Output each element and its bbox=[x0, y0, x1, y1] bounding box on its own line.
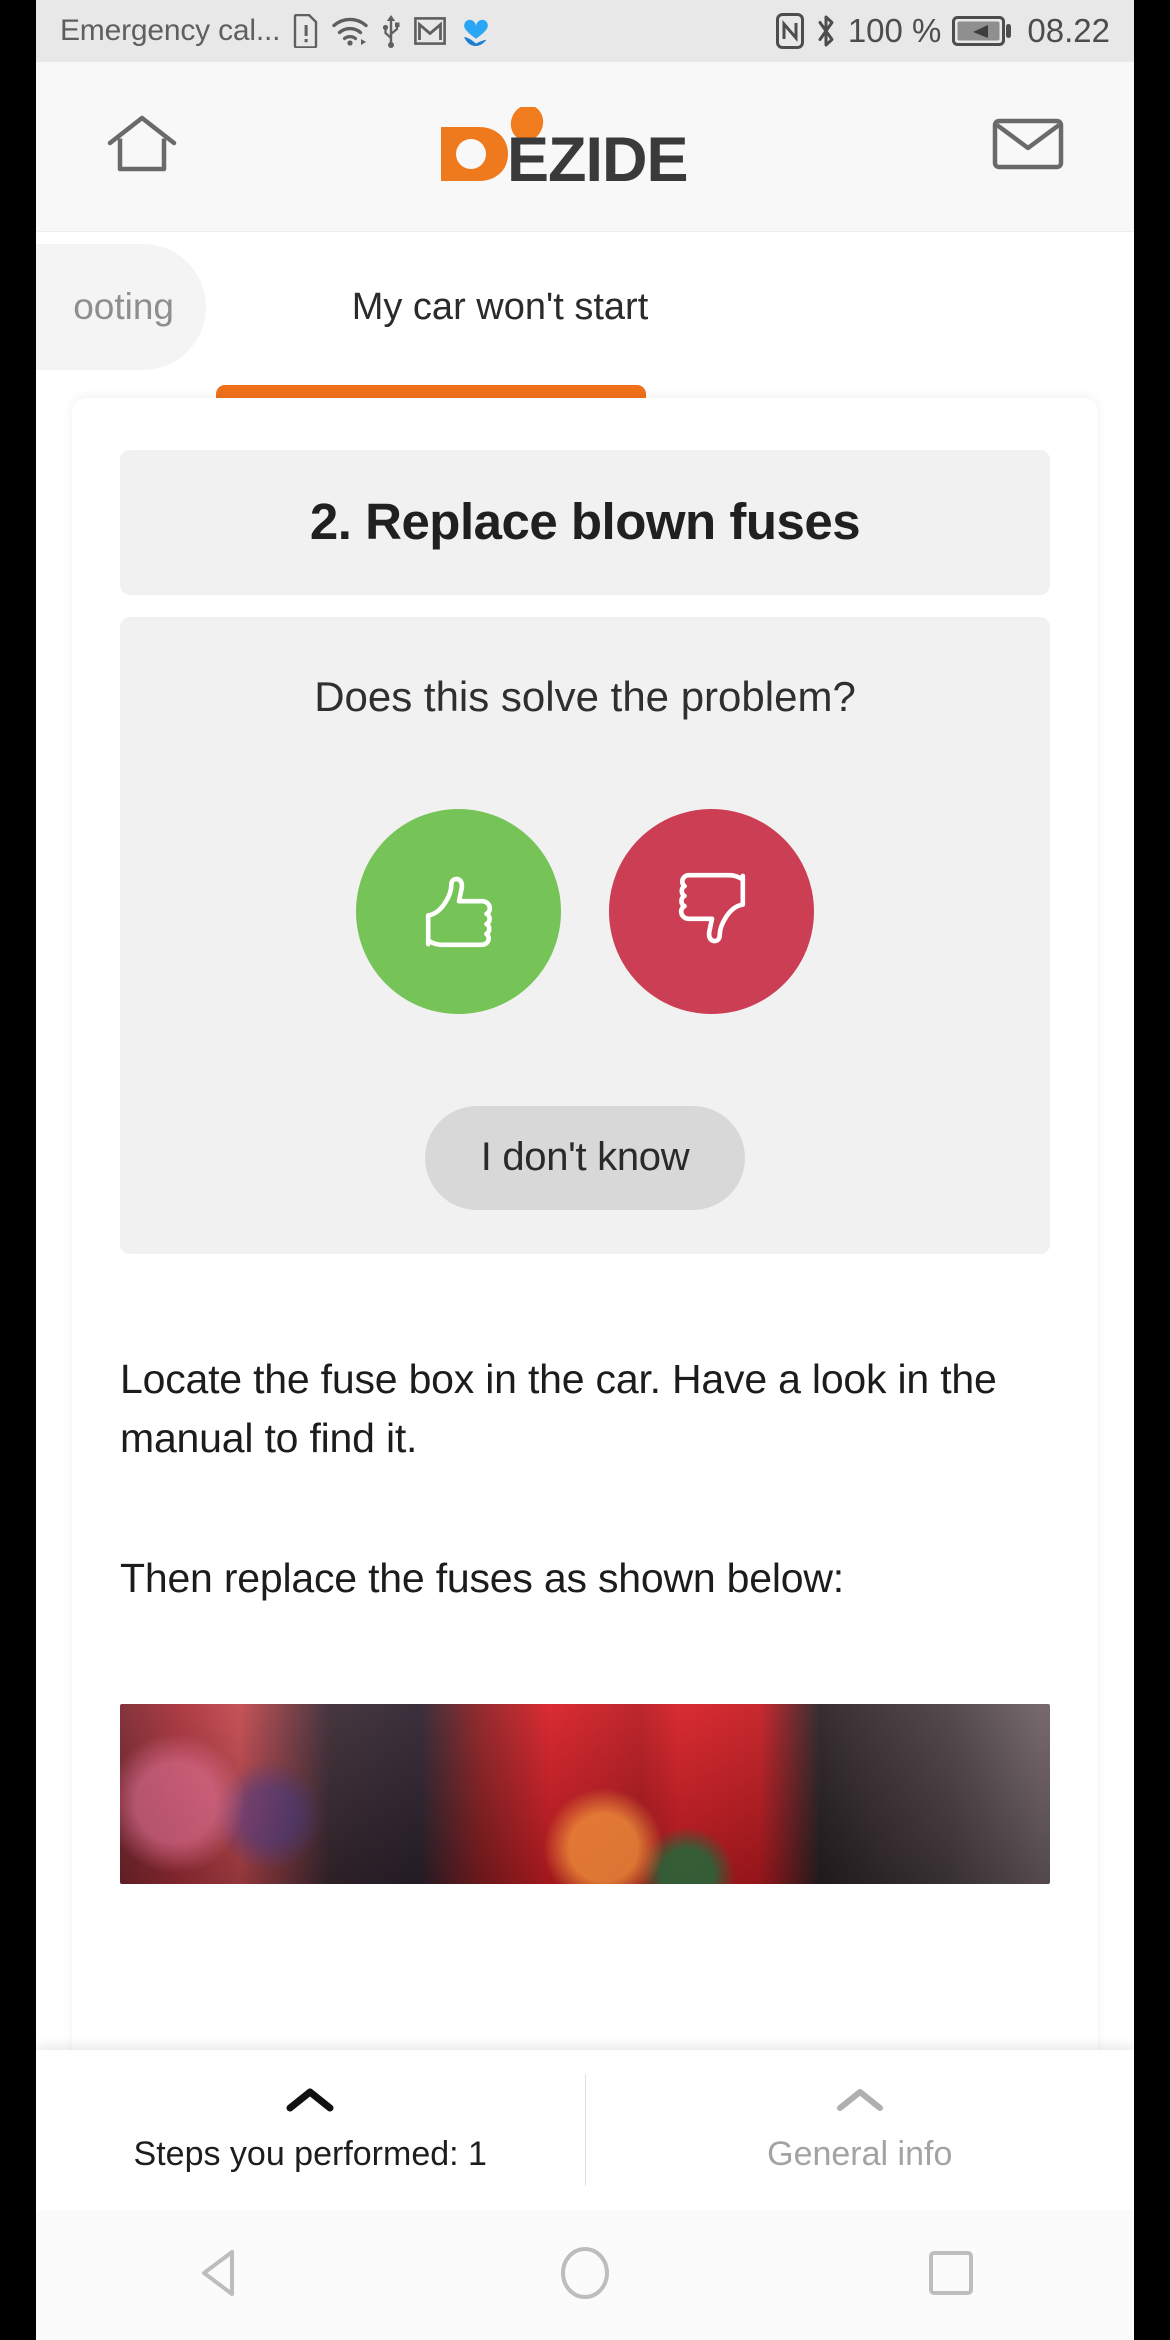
answer-buttons bbox=[150, 808, 1020, 1014]
instruction-paragraph-1: Locate the fuse box in the car. Have a l… bbox=[120, 1355, 997, 1462]
tab-previous-label: ooting bbox=[73, 286, 174, 327]
phone-screen: Emergency cal... 100 % 08.22 EZIDE ootin… bbox=[36, 0, 1134, 2340]
general-info-toggle[interactable]: General info bbox=[586, 2050, 1135, 2210]
tab-bar: ooting My car won't start bbox=[36, 232, 1134, 402]
recents-square-icon bbox=[927, 2249, 975, 2302]
status-bar-right: 100 % 08.22 bbox=[775, 12, 1110, 50]
status-bar: Emergency cal... 100 % 08.22 bbox=[36, 0, 1134, 62]
battery-charging-icon bbox=[952, 15, 1012, 47]
back-triangle-icon bbox=[196, 2247, 242, 2304]
steps-performed-label: Steps you performed: 1 bbox=[133, 2135, 487, 2173]
steps-performed-toggle[interactable]: Steps you performed: 1 bbox=[36, 2050, 585, 2210]
chevron-up-icon bbox=[285, 2086, 335, 2121]
home-circle-icon bbox=[559, 2245, 611, 2306]
question-panel: Does this solve the problem? I don't kno… bbox=[120, 616, 1050, 1254]
answer-no-button[interactable] bbox=[609, 808, 814, 1014]
home-icon bbox=[106, 113, 178, 180]
nav-home-button[interactable] bbox=[525, 2230, 645, 2320]
answer-yes-button[interactable] bbox=[356, 808, 561, 1014]
question-text: Does this solve the problem? bbox=[314, 672, 856, 720]
chevron-up-icon bbox=[835, 2086, 885, 2121]
nav-back-button[interactable] bbox=[159, 2230, 279, 2320]
gmail-icon bbox=[414, 16, 447, 46]
envelope-icon bbox=[992, 117, 1064, 176]
clock-label: 08.22 bbox=[1027, 12, 1110, 49]
svg-text:EZIDE: EZIDE bbox=[507, 125, 688, 187]
home-button[interactable] bbox=[94, 99, 190, 195]
i-dont-know-button[interactable]: I don't know bbox=[424, 1105, 746, 1210]
general-info-label: General info bbox=[767, 2135, 953, 2173]
nfc-icon bbox=[775, 13, 804, 49]
sim-alert-icon bbox=[293, 14, 319, 48]
content-card: 2. Replace blown fuses Does this solve t… bbox=[72, 398, 1098, 2340]
nav-recents-button[interactable] bbox=[891, 2230, 1011, 2320]
fuse-box-photo[interactable] bbox=[120, 1703, 1050, 1884]
android-nav-bar bbox=[36, 2210, 1134, 2340]
app-header: EZIDE bbox=[36, 62, 1134, 232]
tab-active-label: My car won't start bbox=[351, 285, 649, 328]
carrier-label: Emergency cal... bbox=[60, 14, 281, 47]
mail-button[interactable] bbox=[980, 99, 1076, 195]
usb-icon bbox=[381, 14, 401, 48]
tab-my-car-wont-start[interactable]: My car won't start bbox=[220, 244, 780, 370]
step-title: 2. Replace blown fuses bbox=[309, 493, 861, 550]
tab-previous[interactable]: ooting bbox=[36, 244, 206, 370]
status-bar-left: Emergency cal... bbox=[60, 14, 493, 48]
thumbs-up-icon bbox=[404, 855, 514, 968]
phone-device: Emergency cal... 100 % 08.22 EZIDE ootin… bbox=[0, 0, 1170, 2340]
unknown-button-wrap: I don't know bbox=[150, 1105, 1020, 1210]
bottom-drawer-bar: Steps you performed: 1 General info bbox=[36, 2050, 1134, 2210]
instruction-paragraph-2: Then replace the fuses as shown below: bbox=[120, 1554, 844, 1601]
blue-heart-icon bbox=[459, 15, 493, 47]
thumbs-down-icon bbox=[657, 855, 767, 968]
dezide-logo: EZIDE bbox=[435, 106, 735, 187]
step-title-panel: 2. Replace blown fuses bbox=[120, 450, 1050, 595]
bluetooth-icon bbox=[815, 13, 837, 49]
wifi-icon bbox=[332, 16, 368, 46]
battery-percent-label: 100 % bbox=[847, 12, 942, 49]
